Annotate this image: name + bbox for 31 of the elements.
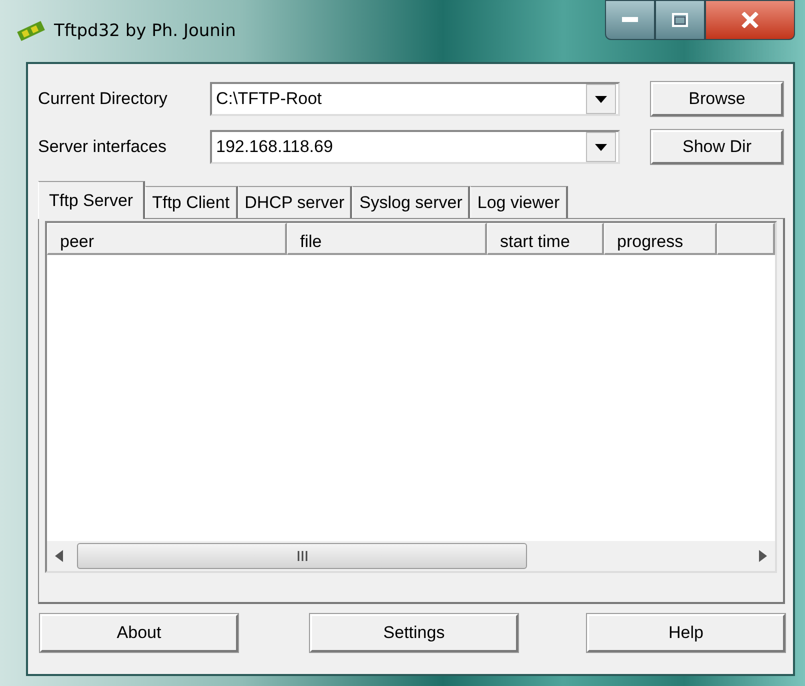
tab[interactable]: Tftp Client (145, 186, 238, 218)
tab[interactable]: Log viewer (470, 186, 568, 218)
field-label: Server interfaces (38, 137, 168, 157)
column-header[interactable]: progress (604, 223, 717, 255)
scrollbar-thumb[interactable] (77, 543, 527, 569)
dialog-button[interactable]: Help (587, 614, 785, 652)
field-label: Current Directory (38, 89, 168, 109)
combo-box[interactable]: C:\TFTP-Root (210, 82, 620, 116)
column-header[interactable]: peer (47, 223, 287, 255)
tab[interactable]: Syslog server (352, 186, 470, 218)
combo-box[interactable]: 192.168.118.69 (210, 130, 620, 164)
column-header[interactable]: start time (487, 223, 604, 255)
side-button[interactable]: Browse (651, 82, 783, 116)
grip-icon (296, 551, 308, 561)
dialog-button[interactable]: About (40, 614, 238, 652)
maximize-button[interactable] (655, 0, 705, 40)
close-icon (741, 12, 759, 28)
tab[interactable]: Tftp Server (38, 181, 146, 219)
minimize-icon (622, 17, 638, 23)
horizontal-scrollbar[interactable] (47, 541, 775, 571)
window-title: Tftpd32 by Ph. Jounin (54, 21, 236, 41)
scroll-right-icon[interactable] (759, 550, 767, 562)
tab[interactable]: DHCP server (238, 186, 352, 218)
column-header[interactable]: file (287, 223, 487, 255)
circuit-board-icon (14, 18, 48, 44)
side-button[interactable]: Show Dir (651, 130, 783, 164)
close-button[interactable] (705, 0, 795, 40)
maximize-icon (672, 13, 688, 27)
dialog-button[interactable]: Settings (310, 614, 518, 652)
minimize-button[interactable] (605, 0, 655, 40)
scroll-left-icon[interactable] (55, 550, 63, 562)
